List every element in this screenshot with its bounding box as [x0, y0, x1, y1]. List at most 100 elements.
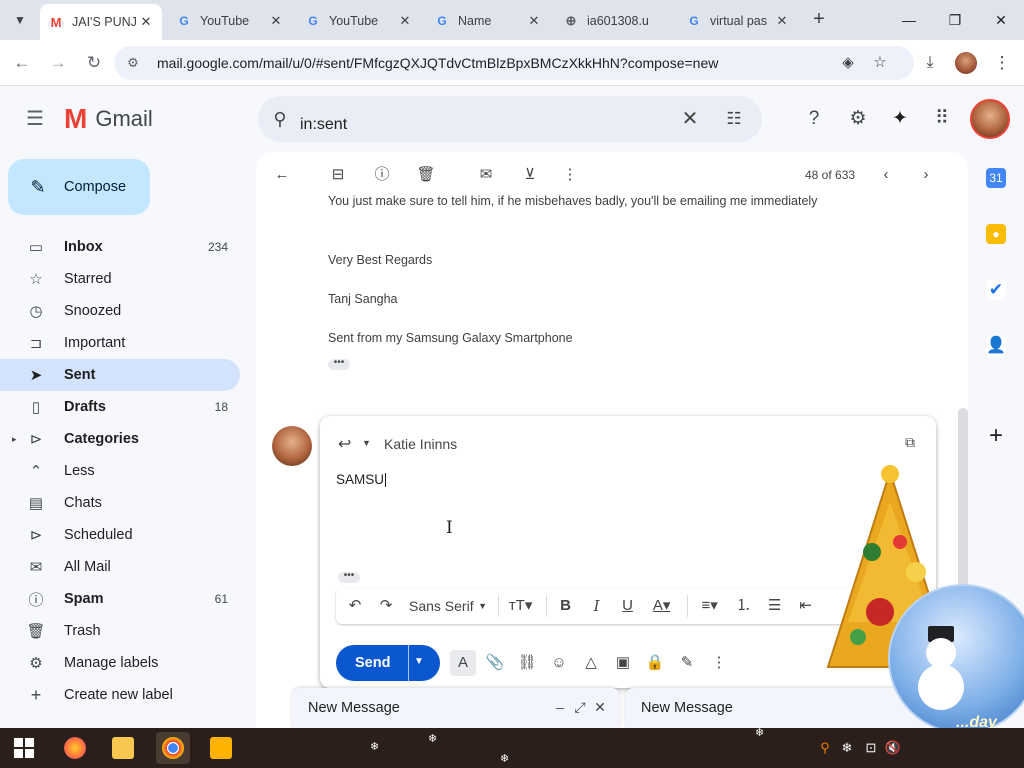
- restore-window-icon[interactable]: ❐: [940, 8, 970, 32]
- pop-out-icon[interactable]: ⧉: [900, 434, 920, 454]
- main-menu-icon[interactable]: ☰: [22, 106, 48, 132]
- windows-start-icon[interactable]: [14, 738, 34, 758]
- network-icon[interactable]: ⊡: [862, 739, 880, 757]
- tab-search-chevron-icon[interactable]: ▼: [8, 8, 32, 32]
- browser-tab-youtube-2[interactable]: G YouTube ✕: [297, 6, 421, 36]
- minimized-draft-1[interactable]: New Message ‒ ⤢ ✕: [292, 688, 620, 728]
- mark-unread-icon[interactable]: ✉: [474, 163, 498, 187]
- close-tab-icon[interactable]: ✕: [138, 14, 154, 30]
- sidebar-item-sent[interactable]: ➤ Sent: [0, 359, 240, 391]
- google-drive-icon[interactable]: △: [578, 650, 604, 676]
- more-options-icon[interactable]: ⋮: [706, 650, 732, 676]
- newer-chevron-icon[interactable]: ‹: [874, 163, 898, 187]
- extension-icon[interactable]: ◈: [838, 53, 858, 73]
- minimize-window-icon[interactable]: —: [894, 8, 924, 32]
- font-dropdown-icon[interactable]: ▼: [478, 594, 488, 618]
- undo-icon[interactable]: ↶: [343, 594, 367, 618]
- show-trimmed-content-button[interactable]: •••: [328, 358, 350, 370]
- settings-gear-icon[interactable]: ⚙: [845, 106, 871, 132]
- show-quoted-text-button[interactable]: •••: [338, 571, 360, 583]
- font-family-select[interactable]: Sans Serif: [405, 594, 474, 618]
- contacts-icon[interactable]: 👤: [986, 336, 1006, 356]
- apps-grid-icon[interactable]: ⠿: [929, 106, 955, 132]
- file-explorer-icon[interactable]: [106, 732, 140, 764]
- clear-search-icon[interactable]: ✕: [678, 107, 702, 131]
- sidebar-item-all-mail[interactable]: ✉ All Mail: [0, 551, 240, 583]
- search-tray-icon[interactable]: ⚲: [816, 739, 834, 757]
- tasks-icon[interactable]: ✔: [986, 280, 1006, 300]
- sidebar-item-chats[interactable]: ▤ Chats: [0, 487, 240, 519]
- numbered-list-icon[interactable]: ⒈: [732, 594, 756, 618]
- signature-pen-icon[interactable]: ✎: [674, 650, 700, 676]
- close-tab-icon[interactable]: ✕: [268, 13, 284, 29]
- italic-icon[interactable]: I: [585, 594, 609, 618]
- account-avatar[interactable]: [970, 99, 1010, 139]
- archive-icon[interactable]: ⊟: [326, 163, 350, 187]
- sidebar-item-drafts[interactable]: ▯ Drafts 18: [0, 391, 240, 423]
- bold-icon[interactable]: B: [554, 594, 578, 618]
- sidebar-item-less[interactable]: ⌃ Less: [0, 455, 240, 487]
- insert-link-icon[interactable]: ⛓: [514, 650, 540, 676]
- help-icon[interactable]: ?: [801, 106, 827, 132]
- search-options-icon[interactable]: ☷: [722, 107, 746, 131]
- browser-tab-name[interactable]: G Name ✕: [426, 6, 550, 36]
- redo-icon[interactable]: ↷: [374, 594, 398, 618]
- reply-body-field[interactable]: SAMSU: [336, 472, 386, 487]
- reply-type-dropdown-icon[interactable]: ▼: [362, 438, 371, 448]
- omnibox[interactable]: ⚙ mail.google.com/mail/u/0/#sent/FMfcgzQ…: [114, 46, 914, 80]
- send-options-chevron-icon[interactable]: ▼: [414, 656, 424, 667]
- search-input[interactable]: in:sent: [300, 116, 347, 134]
- recipient-chip[interactable]: Katie Ininns: [384, 436, 457, 452]
- browser-tab-virtual[interactable]: G virtual pas ✕: [678, 6, 798, 36]
- insert-photo-icon[interactable]: ▣: [610, 650, 636, 676]
- sidebar-item-starred[interactable]: ☆ Starred: [0, 263, 240, 295]
- bulleted-list-icon[interactable]: ☰: [763, 594, 787, 618]
- forward-arrow-icon[interactable]: →: [46, 51, 70, 75]
- back-arrow-icon[interactable]: ←: [10, 51, 34, 75]
- close-tab-icon[interactable]: ✕: [526, 13, 542, 29]
- sidebar-item-inbox[interactable]: ▭ Inbox 234: [0, 231, 240, 263]
- volume-muted-icon[interactable]: 🔇: [884, 739, 902, 757]
- expand-arrow-icon[interactable]: ▸: [12, 434, 17, 445]
- back-to-list-icon[interactable]: ←: [270, 163, 294, 187]
- close-draft-icon[interactable]: ✕: [591, 698, 609, 716]
- keep-icon[interactable]: ●: [986, 224, 1006, 244]
- emoji-icon[interactable]: ☺: [546, 650, 572, 676]
- underline-icon[interactable]: U: [616, 594, 640, 618]
- align-icon[interactable]: ≡▾: [695, 594, 725, 618]
- browser-menu-icon[interactable]: ⋮: [990, 51, 1014, 75]
- media-player-icon[interactable]: [204, 732, 238, 764]
- report-spam-icon[interactable]: ⓘ: [370, 163, 394, 187]
- get-addons-plus-icon[interactable]: +: [984, 424, 1008, 448]
- send-button[interactable]: Send ▼: [336, 645, 440, 681]
- expand-draft-icon[interactable]: ⤢: [571, 698, 589, 716]
- sidebar-item-scheduled[interactable]: ⊳ Scheduled: [0, 519, 240, 551]
- older-chevron-icon[interactable]: ›: [914, 163, 938, 187]
- confidential-mode-icon[interactable]: 🔒: [642, 650, 668, 676]
- gemini-sparkle-icon[interactable]: ✦: [887, 106, 913, 132]
- search-icon[interactable]: ⚲: [268, 107, 292, 131]
- browser-tab-gmail[interactable]: M JAI'S PUNJ ✕: [40, 4, 162, 40]
- sidebar-item-categories[interactable]: ▸ ⊳ Categories: [0, 423, 240, 455]
- sidebar-item-important[interactable]: ⊐ Important: [0, 327, 240, 359]
- move-to-icon[interactable]: ⊻: [518, 163, 542, 187]
- attach-file-icon[interactable]: 📎: [482, 650, 508, 676]
- indent-less-icon[interactable]: ⇤: [794, 594, 818, 618]
- browser-profile-avatar[interactable]: [955, 52, 977, 74]
- calendar-icon[interactable]: 31: [986, 168, 1006, 188]
- compose-button[interactable]: ✎ Compose: [8, 159, 150, 215]
- more-actions-icon[interactable]: ⋮: [558, 163, 582, 187]
- formatting-options-icon[interactable]: A: [450, 650, 476, 676]
- sidebar-item-manage-labels[interactable]: ⚙ Manage labels: [0, 647, 240, 679]
- snowflake-tray-icon[interactable]: ❄: [838, 739, 856, 757]
- url-text[interactable]: mail.google.com/mail/u/0/#sent/FMfcgzQXJ…: [157, 55, 718, 71]
- search-bar[interactable]: ⚲ in:sent ✕ ☷: [258, 96, 762, 142]
- site-info-icon[interactable]: ⚙: [124, 54, 142, 72]
- minimized-draft-2[interactable]: New Message: [625, 688, 925, 728]
- sidebar-item-trash[interactable]: 🗑 Trash: [0, 615, 240, 647]
- text-color-icon[interactable]: A▾: [647, 594, 677, 618]
- browser-tab-archive[interactable]: ⊕ ia601308.u: [555, 6, 671, 36]
- sidebar-item-snoozed[interactable]: ◷ Snoozed: [0, 295, 240, 327]
- firefox-icon[interactable]: [58, 732, 92, 764]
- reply-arrow-icon[interactable]: ↩: [338, 434, 351, 454]
